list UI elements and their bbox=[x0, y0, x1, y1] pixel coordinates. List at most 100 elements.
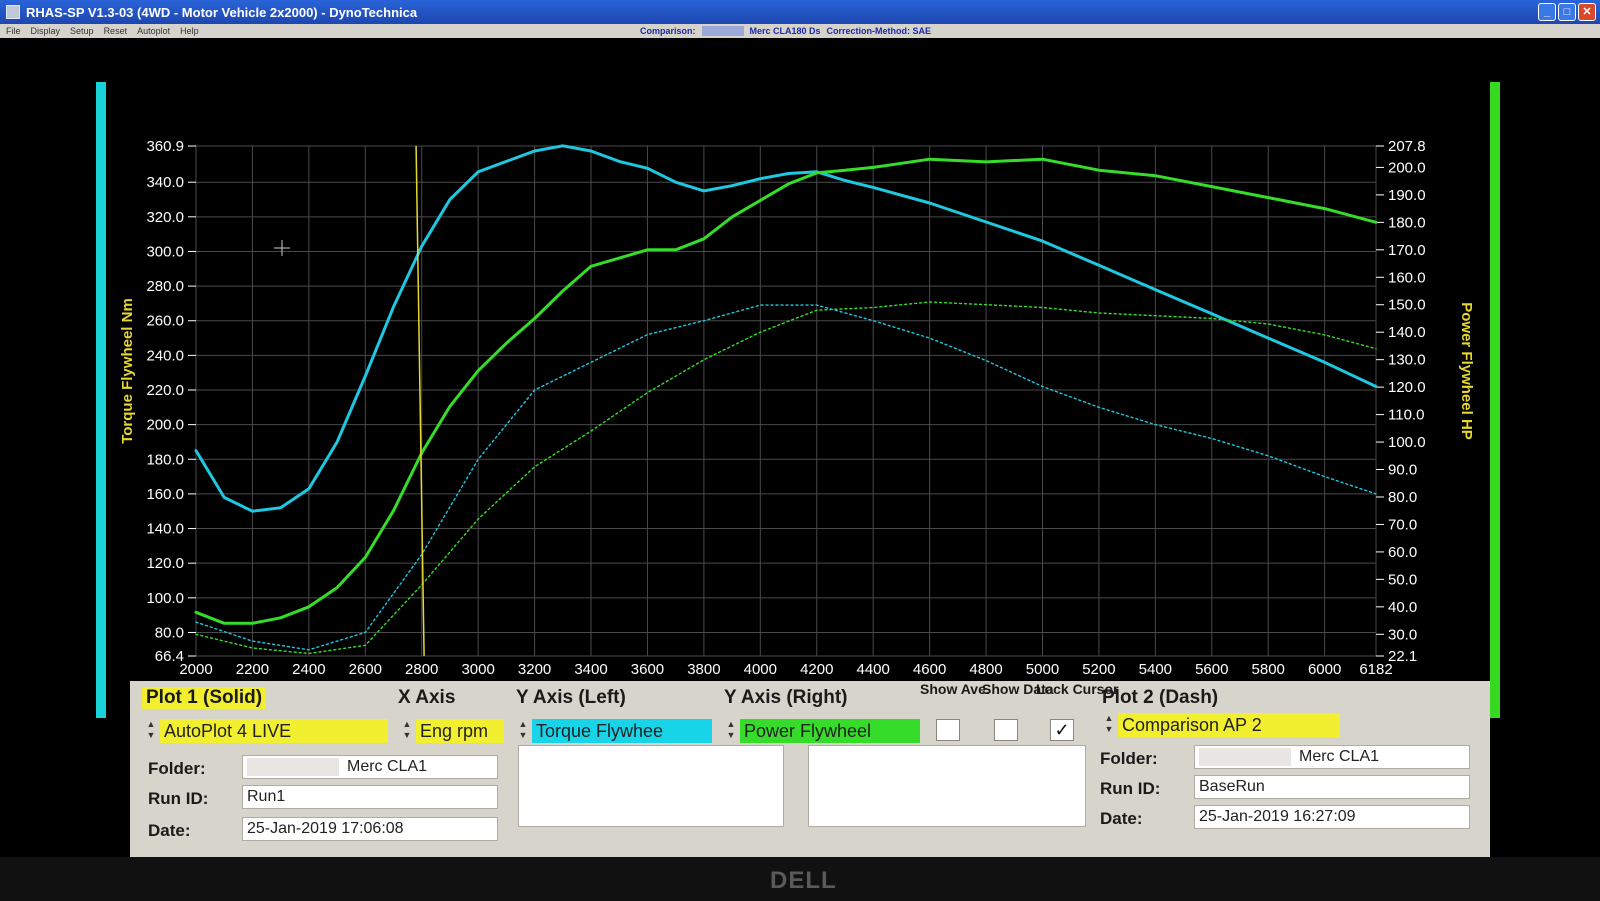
show-data-checkbox[interactable] bbox=[994, 719, 1018, 741]
maximize-button[interactable]: □ bbox=[1558, 3, 1576, 21]
app-icon bbox=[6, 5, 20, 19]
y-axis-right-info-box bbox=[808, 745, 1086, 827]
plot1-folder-value: Merc CLA1 bbox=[347, 758, 428, 775]
minimize-button[interactable]: _ bbox=[1538, 3, 1556, 21]
y-left-tick-label: 240.0 bbox=[146, 347, 184, 364]
x-tick-label: 4600 bbox=[913, 661, 946, 678]
x-axis-select[interactable]: Eng rpm bbox=[416, 719, 504, 743]
y-right-tick-label: 100.0 bbox=[1388, 434, 1426, 451]
y-axis-left-select[interactable]: Torque Flywhee bbox=[532, 719, 712, 743]
plot2-folder-chip bbox=[1199, 747, 1291, 766]
x-tick-label: 5000 bbox=[1026, 661, 1059, 678]
plot1-title: Plot 1 (Solid) bbox=[142, 687, 267, 709]
x-axis-title: X Axis bbox=[398, 687, 456, 708]
menu-display[interactable]: Display bbox=[31, 26, 61, 36]
y-left-tick-label: 140.0 bbox=[146, 521, 184, 538]
plot1-runid-field[interactable]: Run1 bbox=[242, 785, 498, 809]
x-tick-label: 3800 bbox=[687, 661, 720, 678]
menu-help[interactable]: Help bbox=[180, 26, 199, 36]
x-tick-label: 4400 bbox=[857, 661, 890, 678]
y-axis-right-title: Y Axis (Right) bbox=[724, 687, 848, 708]
y-right-tick-label: 50.0 bbox=[1388, 571, 1417, 588]
menu-file[interactable]: File bbox=[6, 26, 21, 36]
y-right-tick-label: 180.0 bbox=[1388, 214, 1426, 231]
x-tick-label: 3600 bbox=[631, 661, 664, 678]
x-tick-label: 5600 bbox=[1195, 661, 1228, 678]
close-button[interactable]: ✕ bbox=[1578, 3, 1596, 21]
plot2-date-label: Date: bbox=[1100, 809, 1143, 828]
x-tick-label: 5200 bbox=[1082, 661, 1115, 678]
plot2-folder-label: Folder: bbox=[1100, 749, 1158, 768]
y-left-tick-label: 66.4 bbox=[155, 648, 184, 665]
plot1-source-spinner[interactable]: ▲ ▼ bbox=[146, 719, 156, 743]
x-tick-label: 3200 bbox=[518, 661, 551, 678]
monitor-bezel: DELL bbox=[0, 857, 1600, 901]
plot2-title: Plot 2 (Dash) bbox=[1102, 687, 1219, 708]
x-tick-label: 6000 bbox=[1308, 661, 1341, 678]
y-left-tick-label: 300.0 bbox=[146, 243, 184, 260]
comparison-label: Comparison: bbox=[640, 26, 696, 36]
y-right-tick-label: 120.0 bbox=[1388, 379, 1426, 396]
plot2-source-select[interactable]: Comparison AP 2 bbox=[1118, 713, 1340, 737]
x-tick-label: 5800 bbox=[1252, 661, 1285, 678]
plot-background bbox=[196, 146, 1376, 656]
plot2-folder-field[interactable]: Merc CLA1 bbox=[1194, 745, 1470, 769]
plot2-runid-field[interactable]: BaseRun bbox=[1194, 775, 1470, 799]
y-right-tick-label: 60.0 bbox=[1388, 544, 1417, 561]
window-title: RHAS-SP V1.3-03 (4WD - Motor Vehicle 2x2… bbox=[26, 4, 418, 20]
y-left-tick-label: 360.9 bbox=[146, 138, 184, 155]
correction-method: Correction-Method: SAE bbox=[826, 26, 932, 36]
y-right-axis-title: Power Flywheel HP bbox=[1458, 302, 1475, 440]
y-axis-right-select[interactable]: Power Flywheel bbox=[740, 719, 920, 743]
x-tick-label: 2600 bbox=[349, 661, 382, 678]
show-ave-checkbox[interactable] bbox=[936, 719, 960, 741]
x-axis-spinner[interactable]: ▲ ▼ bbox=[402, 719, 412, 743]
x-tick-label: 2200 bbox=[236, 661, 269, 678]
plot1-source-select[interactable]: AutoPlot 4 LIVE bbox=[160, 719, 388, 743]
monitor-brand-logo: DELL bbox=[770, 867, 837, 894]
plot1-date-label: Date: bbox=[148, 821, 191, 840]
y-right-tick-label: 30.0 bbox=[1388, 626, 1417, 643]
plot1-folder-label: Folder: bbox=[148, 759, 206, 778]
y-left-tick-label: 180.0 bbox=[146, 451, 184, 468]
menu-setup[interactable]: Setup bbox=[70, 26, 94, 36]
menu-autoplot[interactable]: Autoplot bbox=[137, 26, 170, 36]
y-left-tick-label: 80.0 bbox=[155, 624, 184, 641]
x-tick-label: 2000 bbox=[179, 661, 212, 678]
plot2-date-field[interactable]: 25-Jan-2019 16:27:09 bbox=[1194, 805, 1470, 829]
x-tick-label: 4000 bbox=[744, 661, 777, 678]
plot1-date-field[interactable]: 25-Jan-2019 17:06:08 bbox=[242, 817, 498, 841]
comparison-swatch bbox=[701, 26, 744, 36]
x-tick-label: 5400 bbox=[1139, 661, 1172, 678]
y-right-tick-label: 40.0 bbox=[1388, 599, 1417, 616]
show-ave-label: Show Ave. bbox=[920, 681, 990, 697]
y-axis-right-spinner[interactable]: ▲ ▼ bbox=[726, 719, 736, 743]
y-right-tick-label: 200.0 bbox=[1388, 159, 1426, 176]
y-left-axis-title: Torque Flywheel Nm bbox=[119, 298, 136, 444]
plot1-folder-field[interactable]: Merc CLA1 bbox=[242, 755, 498, 779]
y-left-tick-label: 340.0 bbox=[146, 174, 184, 191]
y-left-tick-label: 200.0 bbox=[146, 417, 184, 434]
x-tick-label: 4200 bbox=[800, 661, 833, 678]
dyno-chart[interactable]: 2000 2200 2400 2600 2800 3000 3200 3400 3600 3800… bbox=[0, 38, 1600, 681]
menu-reset[interactable]: Reset bbox=[104, 26, 128, 36]
y-right-tick-label: 110.0 bbox=[1388, 407, 1424, 424]
y-right-tick-label: 170.0 bbox=[1388, 242, 1426, 259]
show-data-label: Show Data bbox=[982, 681, 1054, 697]
y-axis-left-title: Y Axis (Left) bbox=[516, 687, 626, 708]
plot1-runid-label: Run ID: bbox=[148, 789, 209, 808]
y-left-tick-label: 220.0 bbox=[146, 382, 184, 399]
y-axis-left-info-box bbox=[518, 745, 784, 827]
y-left-tick-label: 280.0 bbox=[146, 278, 184, 295]
lock-cursor-checkbox[interactable]: ✓ bbox=[1050, 719, 1074, 741]
y-left-tick-label: 100.0 bbox=[146, 590, 184, 607]
plot2-folder-value: Merc CLA1 bbox=[1299, 748, 1380, 765]
lock-cursor-label: Lock Cursor bbox=[1036, 681, 1119, 697]
plot2-source-spinner[interactable]: ▲ ▼ bbox=[1104, 713, 1114, 737]
x-tick-label: 2800 bbox=[405, 661, 438, 678]
title-bar: RHAS-SP V1.3-03 (4WD - Motor Vehicle 2x2… bbox=[0, 0, 1600, 24]
y-right-tick-label: 70.0 bbox=[1388, 516, 1417, 533]
menu-bar: File Display Setup Reset Autoplot Help C… bbox=[0, 24, 1600, 38]
comparison-info: Comparison: Merc CLA180 Ds Correction-Me… bbox=[640, 24, 931, 38]
y-axis-left-spinner[interactable]: ▲ ▼ bbox=[518, 719, 528, 743]
